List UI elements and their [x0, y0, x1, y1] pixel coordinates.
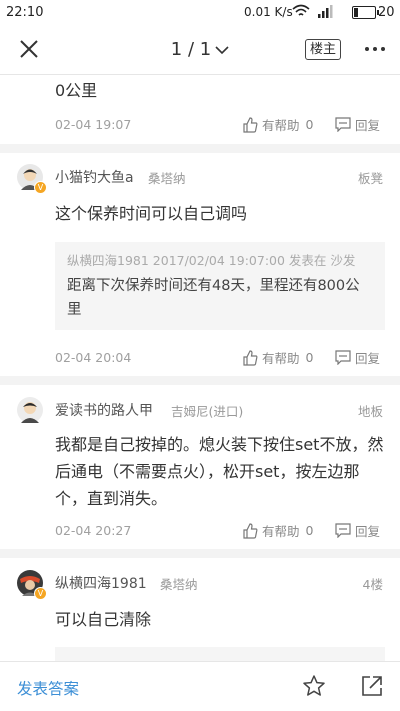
username[interactable]: 爱读书的路人甲 — [55, 400, 153, 420]
bottom-bar: 发表答案 — [0, 661, 400, 711]
chevron-down-icon — [215, 46, 229, 55]
user-car-model: 桑塔纳 — [160, 577, 198, 592]
floor-label: 地板 — [357, 404, 383, 419]
wifi-icon — [292, 4, 310, 16]
comment-icon — [335, 350, 351, 365]
avatar[interactable]: V — [17, 570, 47, 600]
owner-only-button[interactable]: 楼主 — [305, 39, 341, 60]
share-icon[interactable] — [361, 675, 383, 697]
more-icon[interactable] — [364, 45, 386, 53]
status-time: 22:10 — [6, 5, 44, 20]
quoted-post[interactable]: 纵横四海1981 2017/02/04 19:07:00 发表在 沙发 距离下次… — [55, 242, 385, 330]
status-bar: 22:10 0.01 K/s 20 — [0, 0, 400, 26]
post-divider — [0, 376, 400, 385]
post-divider — [0, 549, 400, 558]
helpful-button[interactable]: 有帮助 0 — [242, 521, 313, 540]
quote-body: 距离下次保养时间还有48天，里程还有800公里 — [67, 278, 360, 318]
comment-icon — [335, 117, 351, 132]
helpful-label: 有帮助 — [262, 524, 300, 539]
battery-percent: 20 — [378, 5, 395, 20]
quoted-post[interactable] — [55, 647, 385, 661]
post-date: 02-04 19:07 — [55, 117, 132, 132]
verified-badge: V — [34, 587, 47, 600]
helpful-label: 有帮助 — [262, 118, 300, 133]
star-icon[interactable] — [302, 674, 326, 698]
post-body: 这个保养时间可以自己调吗 — [55, 204, 248, 223]
post-date: 02-04 20:04 — [55, 350, 132, 365]
helpful-count: 0 — [305, 117, 314, 132]
thumbs-up-icon — [243, 349, 258, 366]
thread-content[interactable]: 0公里 02-04 19:07 有帮助 0 回复 V 小猫钓大鱼a 桑塔纳 板凳… — [0, 75, 400, 661]
username[interactable]: 小猫钓大鱼a — [55, 167, 134, 187]
post-answer-button[interactable]: 发表答案 — [17, 677, 79, 699]
helpful-button[interactable]: 有帮助 0 — [242, 348, 313, 367]
floor-label: 板凳 — [357, 171, 383, 186]
reply-button[interactable]: 回复 — [335, 115, 380, 134]
reply-label: 回复 — [355, 351, 381, 366]
post-date: 02-04 20:27 — [55, 523, 132, 538]
post-body: 0公里 — [55, 81, 98, 100]
post-body: 我都是自己按掉的。熄火装下按住set不放，然后通电（不需要点火），松开set，按… — [55, 435, 384, 508]
battery-level — [354, 8, 358, 17]
floor-label: 4楼 — [362, 577, 383, 592]
verified-badge: V — [34, 181, 47, 194]
top-nav: 1 / 1 楼主 — [0, 26, 400, 75]
thumbs-up-icon — [243, 116, 258, 133]
helpful-label: 有帮助 — [262, 351, 300, 366]
user-car-model: 桑塔纳 — [148, 171, 186, 186]
status-icons — [292, 4, 336, 18]
reply-label: 回复 — [355, 118, 381, 133]
helpful-count: 0 — [305, 350, 314, 365]
page-indicator: 1 / 1 — [170, 39, 212, 60]
reply-button[interactable]: 回复 — [335, 521, 380, 540]
cellular-signal-icon — [318, 5, 333, 18]
avatar-image — [17, 397, 43, 423]
avatar[interactable]: V — [17, 164, 47, 194]
post-body: 可以自己清除 — [55, 610, 152, 629]
network-speed: 0.01 K/s — [244, 5, 293, 19]
comment-icon — [335, 523, 351, 538]
helpful-button[interactable]: 有帮助 0 — [242, 115, 313, 134]
post-divider — [0, 144, 400, 153]
thumbs-up-icon — [243, 522, 258, 539]
username[interactable]: 纵横四海1981 — [55, 573, 147, 593]
reply-label: 回复 — [355, 524, 381, 539]
quote-header: 纵横四海1981 2017/02/04 19:07:00 发表在 沙发 — [67, 253, 356, 268]
reply-button[interactable]: 回复 — [335, 348, 380, 367]
avatar[interactable] — [17, 397, 43, 423]
helpful-count: 0 — [305, 523, 314, 538]
battery-icon — [352, 6, 379, 19]
user-car-model: 吉姆尼(进口) — [171, 404, 244, 419]
